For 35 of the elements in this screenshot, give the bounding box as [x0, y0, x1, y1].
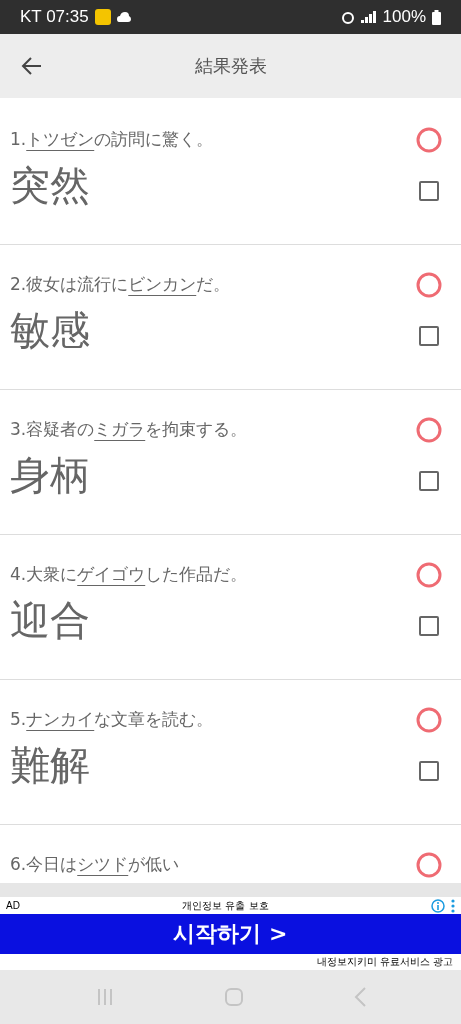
answer-kanji: 身柄 [10, 451, 90, 500]
correct-circle-icon [415, 561, 443, 589]
question-text: 3.容疑者の ミガラ を拘束する。 [10, 418, 248, 441]
ad-footer: 내정보지키미 유료서비스 광고 [316, 955, 453, 969]
cloud-icon [116, 11, 131, 23]
ad-title: 개인정보 유출 보호 [181, 898, 270, 913]
signal-icon [360, 11, 377, 23]
checkbox[interactable] [419, 325, 439, 346]
checkbox[interactable] [419, 470, 439, 491]
correct-circle-icon [415, 271, 443, 299]
question-text: 2.彼女は流行に ビンカンだ。 [10, 273, 231, 296]
question-text: 5.ナンカイ な文章を読む。 [10, 708, 214, 731]
start-button[interactable]: 시작하기 > [0, 914, 461, 954]
question-text: 4.大衆にゲイゴウ した作品だ。 [10, 563, 248, 586]
battery-icon [432, 9, 441, 25]
answer-kanji: 突然 [10, 161, 90, 210]
correct-circle-icon [415, 706, 443, 734]
more-icon[interactable] [451, 898, 455, 913]
answer-kanji: 迎合 [10, 596, 90, 645]
checkbox[interactable] [419, 180, 439, 201]
info-icon[interactable] [431, 898, 445, 913]
battery-percent: 100% [382, 7, 426, 27]
status-time: KT 07:35 [20, 7, 89, 27]
correct-circle-icon [415, 126, 443, 154]
answer-kanji: 難解 [10, 741, 90, 790]
correct-circle-icon [415, 416, 443, 444]
screen-title: 結果発表 [194, 54, 267, 78]
question-text: 6.今日はシツドが低い [10, 853, 180, 876]
checkbox[interactable] [419, 760, 439, 781]
checkbox[interactable] [419, 615, 439, 636]
ad-label: AD [6, 900, 20, 911]
correct-circle-icon [415, 851, 443, 879]
answer-kanji: 敏感 [10, 306, 90, 355]
back-icon[interactable] [21, 55, 43, 77]
question-text: 1.トツゼンの訪問に驚く。 [10, 128, 214, 151]
